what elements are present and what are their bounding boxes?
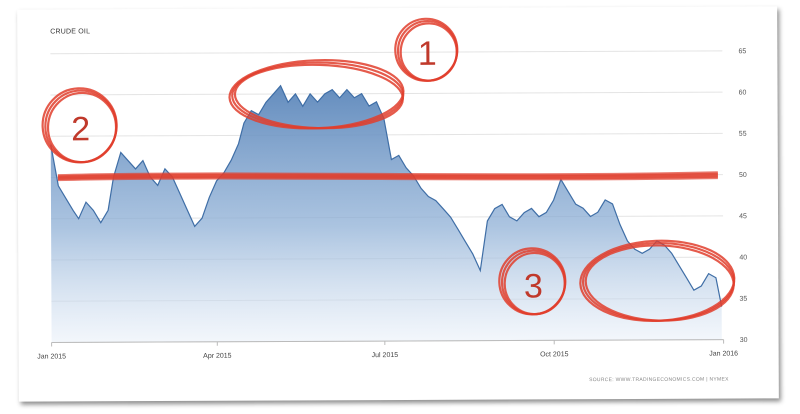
x-tick-label: Jan 2016: [709, 351, 738, 358]
y-tick-label: 60: [739, 89, 747, 96]
annotation-3-label: 3: [524, 267, 543, 305]
annotation-2-label: 2: [71, 110, 90, 148]
x-axis-ticks: Jan 2015 Apr 2015 Jul 2015 Oct 2015 Jan 2016: [37, 339, 738, 361]
y-tick-label: 45: [739, 213, 747, 220]
x-tick-label: Oct 2015: [540, 351, 569, 358]
y-tick-label: 65: [738, 48, 746, 55]
annotation-1-label: 1: [418, 35, 437, 73]
x-tick-label: Jul 2015: [372, 352, 399, 359]
x-tick-label: Jan 2015: [37, 353, 66, 360]
y-tick-label: 50: [739, 172, 747, 179]
area-layer: [50, 84, 723, 343]
chart-title: CRUDE OIL: [50, 28, 90, 35]
horizontal-marker-line: [57, 171, 718, 182]
y-tick-label: 40: [739, 254, 747, 261]
y-tick-label: 55: [739, 131, 747, 138]
y-axis-ticks: 30 35 40 45 50 55 60 65: [738, 48, 747, 344]
y-tick-label: 30: [740, 337, 748, 344]
gridline: [50, 50, 723, 55]
source-note: SOURCE: WWW.TRADINGECONOMICS.COM | NYMEX: [589, 377, 729, 384]
crude-oil-chart: CRUDE OIL 30 35 40 45 50 55 60 65 Jan 2015 Apr 2…: [37, 17, 748, 384]
x-tick-label: Apr 2015: [203, 353, 232, 360]
series-area: [50, 85, 722, 343]
gridline: [50, 91, 723, 96]
chart-card: CRUDE OIL 30 35 40 45 50 55 60 65 Jan 2015 Apr 2…: [17, 6, 779, 402]
y-tick-label: 35: [740, 296, 748, 303]
